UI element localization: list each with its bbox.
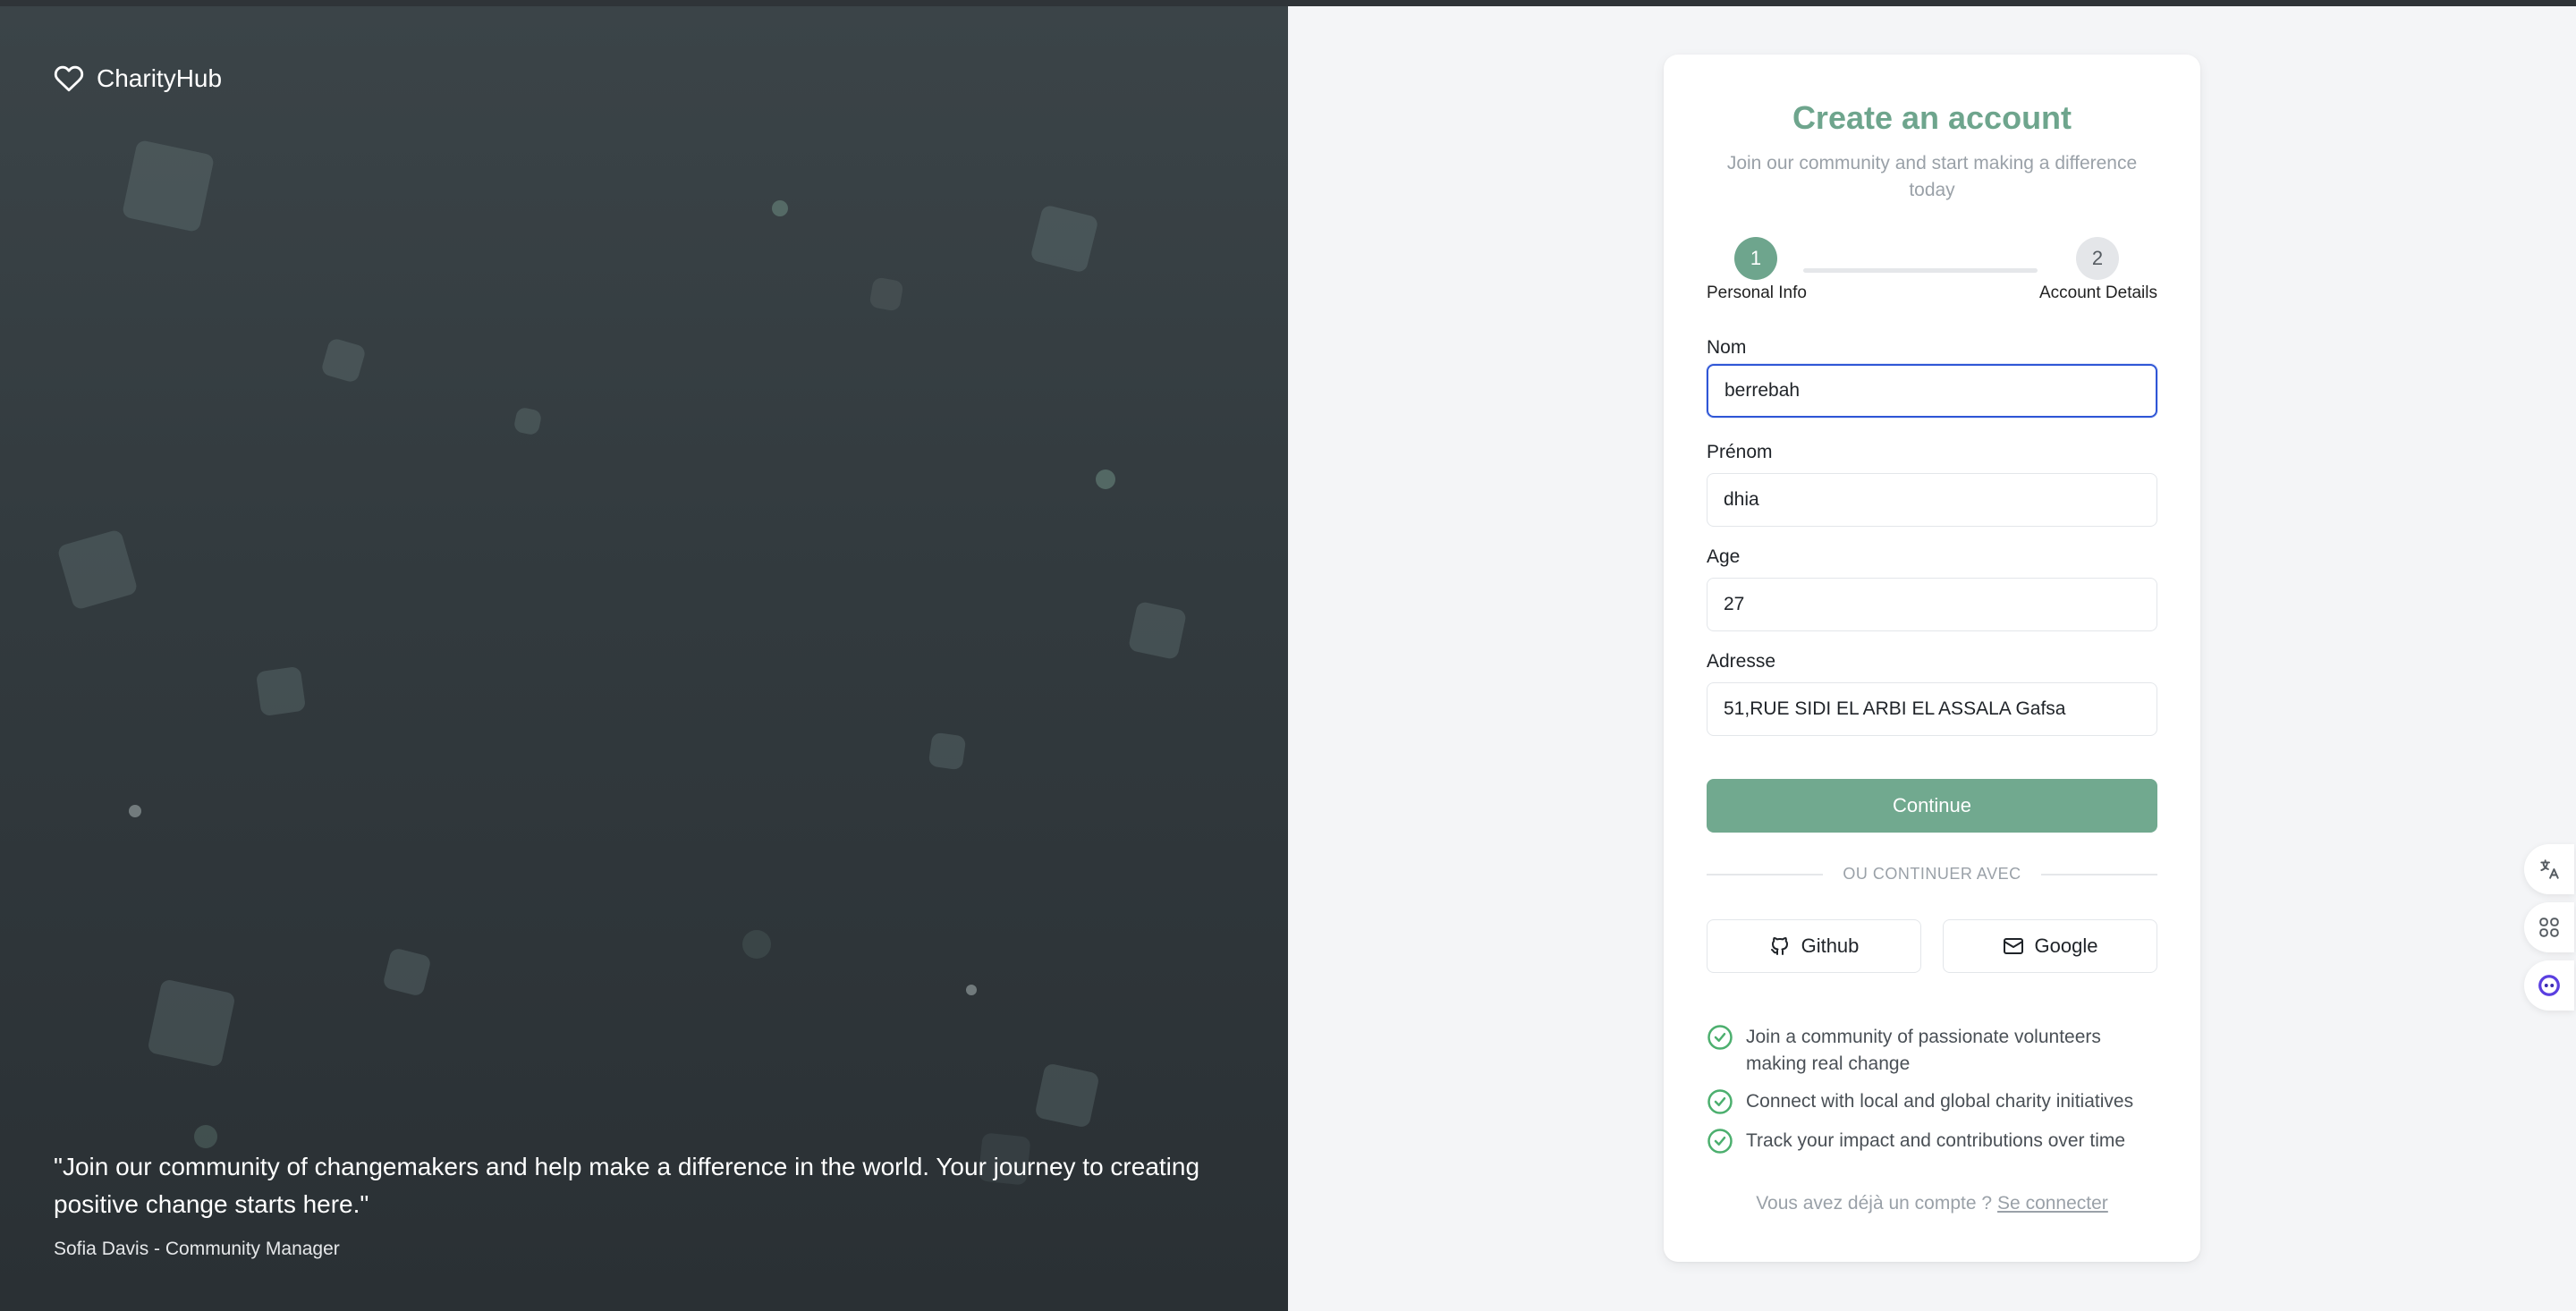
nom-input[interactable] xyxy=(1707,364,2157,418)
decorative-square xyxy=(513,406,543,436)
age-label: Age xyxy=(1707,546,1741,567)
apps-button[interactable] xyxy=(2524,902,2574,952)
signup-card: Create an account Join our community and… xyxy=(1664,55,2200,1262)
continue-button[interactable]: Continue xyxy=(1707,779,2157,833)
mail-icon xyxy=(2003,938,2023,954)
step-2-label: Account Details xyxy=(2038,283,2157,302)
check-circle-icon xyxy=(1707,1129,1733,1154)
apps-grid-icon xyxy=(2539,918,2559,937)
page-title: Create an account xyxy=(1792,99,2072,136)
step-1-indicator: 1 xyxy=(1734,237,1777,280)
nom-label: Nom xyxy=(1707,337,1747,358)
top-strip xyxy=(0,0,2576,6)
decorative-dot xyxy=(194,1125,217,1148)
feature-item: Join a community of passionate volunteer… xyxy=(1707,1024,2157,1078)
decorative-square xyxy=(1030,204,1099,274)
page-subtitle: Join our community and start making a di… xyxy=(1726,153,2138,200)
decorative-dot xyxy=(772,200,788,216)
decorative-square xyxy=(1127,600,1188,661)
feature-text: Connect with local and global charity in… xyxy=(1746,1091,2134,1112)
feature-item: Track your impact and contributions over… xyxy=(1707,1128,2157,1155)
prenom-label: Prénom xyxy=(1707,442,1773,462)
testimonial-quote: "Join our community of changemakers and … xyxy=(54,1153,1200,1218)
translate-button[interactable] xyxy=(2524,844,2574,894)
decorative-square xyxy=(320,337,367,384)
prenom-input[interactable] xyxy=(1707,473,2157,527)
step-2-indicator: 2 xyxy=(2076,237,2119,280)
decorative-square xyxy=(56,529,139,611)
check-circle-icon xyxy=(1707,1089,1733,1114)
decorative-square xyxy=(255,665,307,717)
decorative-square xyxy=(869,276,904,312)
login-prompt-text: Vous avez déjà un compte ? xyxy=(1756,1193,1993,1214)
login-link[interactable]: Se connecter xyxy=(1997,1193,2108,1214)
decorative-square xyxy=(1034,1062,1100,1129)
adresse-label: Adresse xyxy=(1707,651,1776,672)
assistant-icon xyxy=(2538,975,2560,996)
assistant-button[interactable] xyxy=(2524,960,2574,1011)
decorative-dot xyxy=(1096,469,1115,489)
brand-name: CharityHub xyxy=(97,64,223,92)
age-input[interactable] xyxy=(1707,578,2157,631)
decorative-dot xyxy=(742,930,771,959)
decorative-square xyxy=(928,732,967,771)
google-label: Google xyxy=(2034,935,2098,957)
translate-icon xyxy=(2540,859,2559,879)
left-hero-panel: CharityHub "Join our community of change… xyxy=(0,6,1288,1311)
adresse-input[interactable] xyxy=(1707,682,2157,736)
step-progress-line xyxy=(1803,268,2038,273)
github-icon xyxy=(1770,937,1788,955)
divider-text: OU CONTINUER AVEC xyxy=(1843,865,2021,883)
decorative-square xyxy=(147,978,236,1068)
decorative-dot xyxy=(129,805,141,817)
decorative-dot xyxy=(966,985,977,995)
login-prompt: Vous avez déjà un compte ? Se connecter xyxy=(1664,1193,2200,1214)
brand[interactable]: CharityHub xyxy=(54,63,222,94)
github-button[interactable]: Github xyxy=(1707,919,1921,973)
heart-icon xyxy=(54,65,84,92)
decorative-square xyxy=(382,947,432,997)
check-circle-icon xyxy=(1707,1025,1733,1050)
github-label: Github xyxy=(1801,935,1860,957)
google-button[interactable]: Google xyxy=(1943,919,2157,973)
testimonial-author: Sofia Davis - Community Manager xyxy=(54,1239,340,1259)
step-1-label: Personal Info xyxy=(1707,283,1807,302)
feature-text: Track your impact and contributions over… xyxy=(1746,1130,2126,1151)
decorative-square xyxy=(121,139,216,233)
feature-item: Connect with local and global charity in… xyxy=(1707,1088,2157,1115)
feature-text: Join a community of passionate volunteer… xyxy=(1746,1027,2101,1074)
